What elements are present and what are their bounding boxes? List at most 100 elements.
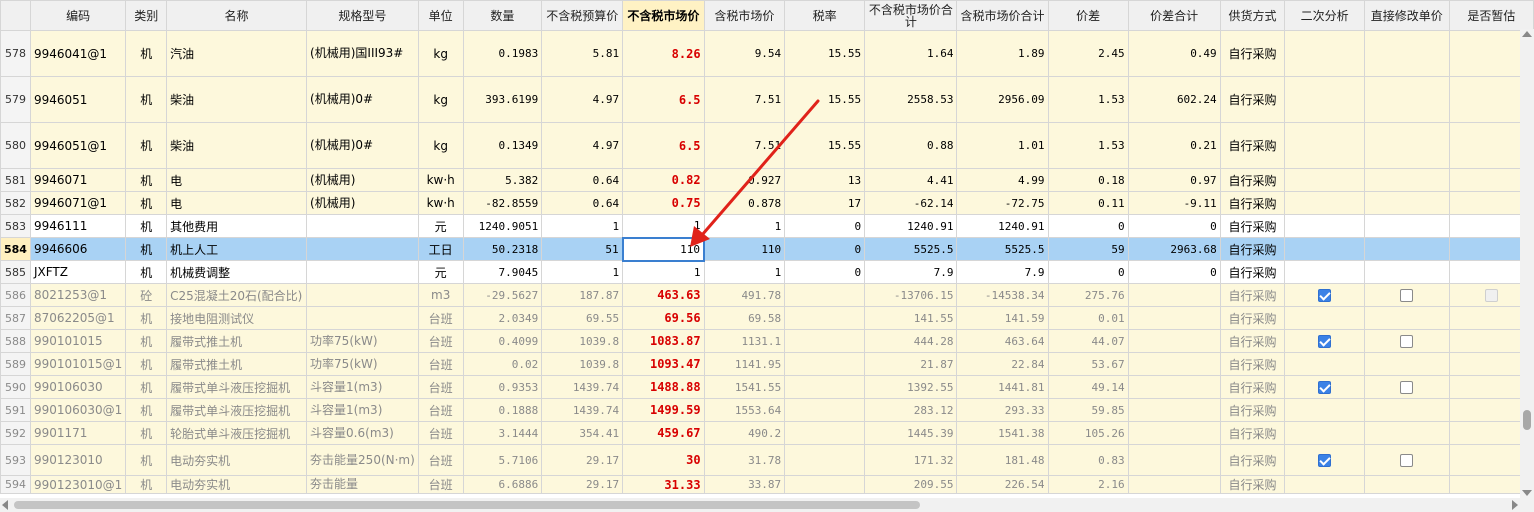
cell-tax-rate[interactable]: 15.55 xyxy=(784,30,866,77)
cell-name[interactable]: 电 xyxy=(166,168,308,192)
cell-code[interactable]: JXFTZ xyxy=(29,260,127,284)
scroll-left-arrow-icon[interactable] xyxy=(2,500,8,510)
cell-taxed-market-price[interactable]: 9.54 xyxy=(703,30,786,77)
cell-quantity[interactable]: 3.1444 xyxy=(462,421,543,445)
cell-market-price[interactable]: 30 xyxy=(622,444,705,476)
cell-spec[interactable]: (机械用)0# xyxy=(306,122,419,169)
cell-quantity[interactable]: 0.1983 xyxy=(462,30,543,77)
cell-budget-price[interactable]: 1439.74 xyxy=(541,398,624,422)
cell-secondary-analysis[interactable] xyxy=(1284,306,1365,330)
cell-direct-edit-price[interactable] xyxy=(1363,329,1450,353)
cell-tax-rate[interactable] xyxy=(784,283,866,307)
cell-supply-method[interactable]: 自行采购 xyxy=(1219,122,1286,169)
cell-budget-price[interactable]: 4.97 xyxy=(541,76,624,123)
cell-supply-method[interactable]: 自行采购 xyxy=(1219,444,1286,476)
cell-code[interactable]: 990123010 xyxy=(29,444,127,476)
cell-direct-edit-price[interactable] xyxy=(1363,475,1450,494)
cell-taxed-market-price[interactable]: 490.2 xyxy=(703,421,786,445)
cell-taxed-market-price[interactable]: 33.87 xyxy=(703,475,786,494)
cell-taxed-market-price[interactable]: 7.51 xyxy=(703,76,786,123)
cell-supply-method[interactable]: 自行采购 xyxy=(1219,168,1286,192)
cell-budget-price[interactable]: 69.55 xyxy=(541,306,624,330)
table-row[interactable]: 588 990101015 机履带式推土机 功率75(kW) 台班 0.4099 1039.… xyxy=(0,329,1534,353)
cell-market-total[interactable]: 1392.55 xyxy=(864,375,958,399)
cell-price-diff[interactable]: 0.83 xyxy=(1047,444,1129,476)
cell-quantity[interactable]: 0.4099 xyxy=(462,329,543,353)
cell-taxed-market-price[interactable]: 491.78 xyxy=(703,283,786,307)
cell-budget-price[interactable]: 1039.8 xyxy=(541,329,624,353)
checkbox-checked[interactable] xyxy=(1318,289,1332,302)
cell-tax-rate[interactable]: 17 xyxy=(784,191,866,215)
cell-tax-rate[interactable] xyxy=(784,444,866,476)
cell-price-diff-total[interactable]: 2963.68 xyxy=(1127,237,1221,261)
cell-unit[interactable]: kg xyxy=(417,122,464,169)
cell-direct-edit-price[interactable] xyxy=(1363,191,1450,215)
table-row[interactable]: 582 9946071@1 机电 (机械用) kw·h -82.8559 0.64 0.75 0… xyxy=(0,191,1534,215)
table-row[interactable]: 594 990123010@1 机电动夯实机 夯击能量 台班 6.6886 29.17 31.… xyxy=(0,475,1534,494)
cell-spec[interactable] xyxy=(306,260,419,284)
cell-price-diff-total[interactable] xyxy=(1127,421,1221,445)
cell-budget-price[interactable]: 5.81 xyxy=(541,30,624,77)
cell-market-price[interactable]: 1488.88 xyxy=(622,375,705,399)
cell-taxed-market-total[interactable]: 5525.5 xyxy=(956,237,1049,261)
cell-market-price[interactable]: 31.33 xyxy=(622,475,705,494)
cell-supply-method[interactable]: 自行采购 xyxy=(1219,306,1286,330)
cell-tax-rate[interactable] xyxy=(784,398,866,422)
cell-unit[interactable]: 元 xyxy=(417,214,464,238)
cell-supply-method[interactable]: 自行采购 xyxy=(1219,260,1286,284)
cell-name[interactable]: 汽油 xyxy=(166,30,308,77)
cell-price-diff[interactable]: 2.45 xyxy=(1047,30,1129,77)
table-row[interactable]: 592 9901171 机轮胎式单斗液压挖掘机 斗容量0.6(m3) 台班 3.1444 3… xyxy=(0,421,1534,445)
cell-spec[interactable] xyxy=(306,283,419,307)
cell-price-diff[interactable]: 275.76 xyxy=(1047,283,1129,307)
cell-direct-edit-price[interactable] xyxy=(1363,352,1450,376)
cell-spec[interactable]: 斗容量1(m3) xyxy=(306,375,419,399)
cell-direct-edit-price[interactable] xyxy=(1363,306,1450,330)
cell-quantity[interactable]: 0.1349 xyxy=(462,122,543,169)
cell-price-diff[interactable]: 2.16 xyxy=(1047,475,1129,494)
cell-unit[interactable]: 台班 xyxy=(417,329,464,353)
cell-taxed-market-total[interactable]: -14538.34 xyxy=(956,283,1049,307)
cell-spec[interactable]: 夯击能量250(N·m) xyxy=(306,444,419,476)
cell-quantity[interactable]: 0.02 xyxy=(462,352,543,376)
cell-name[interactable]: 接地电阻测试仪 xyxy=(166,306,308,330)
cell-budget-price[interactable]: 29.17 xyxy=(541,475,624,494)
cell-direct-edit-price[interactable] xyxy=(1363,260,1450,284)
cell-code[interactable]: 9901171 xyxy=(29,421,127,445)
cell-market-price[interactable]: 6.5 xyxy=(622,122,705,169)
cell-price-diff-total[interactable] xyxy=(1127,283,1221,307)
col-header-quantity[interactable]: 数量 xyxy=(462,0,543,31)
cell-spec[interactable]: 功率75(kW) xyxy=(306,352,419,376)
cell-market-total[interactable]: 21.87 xyxy=(864,352,958,376)
cell-unit[interactable]: 工日 xyxy=(417,237,464,261)
cell-supply-method[interactable]: 自行采购 xyxy=(1219,30,1286,77)
cell-secondary-analysis[interactable] xyxy=(1284,375,1365,399)
cell-taxed-market-total[interactable]: 1.01 xyxy=(956,122,1049,169)
cell-supply-method[interactable]: 自行采购 xyxy=(1219,283,1286,307)
cell-secondary-analysis[interactable] xyxy=(1284,352,1365,376)
cell-market-price[interactable]: 1083.87 xyxy=(622,329,705,353)
cell-taxed-market-total[interactable]: 1441.81 xyxy=(956,375,1049,399)
cell-name[interactable]: 柴油 xyxy=(166,122,308,169)
cell-price-diff-total[interactable]: -9.11 xyxy=(1127,191,1221,215)
table-row[interactable]: 589 990101015@1 机履带式推土机 功率75(kW) 台班 0.02 1039.… xyxy=(0,352,1534,376)
cell-market-price[interactable]: 0.82 xyxy=(622,168,705,192)
cell-taxed-market-price[interactable]: 31.78 xyxy=(703,444,786,476)
cell-code[interactable]: 990101015@1 xyxy=(29,352,127,376)
cell-taxed-market-total[interactable]: 1.89 xyxy=(956,30,1049,77)
col-header-provisional[interactable]: 是否暂估 xyxy=(1448,0,1534,31)
cell-market-total[interactable]: 0.88 xyxy=(864,122,958,169)
cell-taxed-market-price[interactable]: 1141.95 xyxy=(703,352,786,376)
col-header-category[interactable]: 类别 xyxy=(125,0,168,31)
cell-code[interactable]: 8021253@1 xyxy=(29,283,127,307)
cell-budget-price[interactable]: 354.41 xyxy=(541,421,624,445)
cell-secondary-analysis[interactable] xyxy=(1284,237,1365,261)
table-row[interactable]: 581 9946071 机电 (机械用) kw·h 5.382 0.64 0.82 0.927 1… xyxy=(0,168,1534,192)
cell-code[interactable]: 990106030 xyxy=(29,375,127,399)
cell-taxed-market-total[interactable]: 226.54 xyxy=(956,475,1049,494)
cell-name[interactable]: 柴油 xyxy=(166,76,308,123)
cell-tax-rate[interactable]: 0 xyxy=(784,214,866,238)
cell-price-diff[interactable]: 59.85 xyxy=(1047,398,1129,422)
table-row[interactable]: 590 990106030 机履带式单斗液压挖掘机 斗容量1(m3) 台班 0.9353 1… xyxy=(0,375,1534,399)
table-row[interactable]: 587 87062205@1 机接地电阻测试仪 台班 2.0349 69.55 69.56 6… xyxy=(0,306,1534,330)
